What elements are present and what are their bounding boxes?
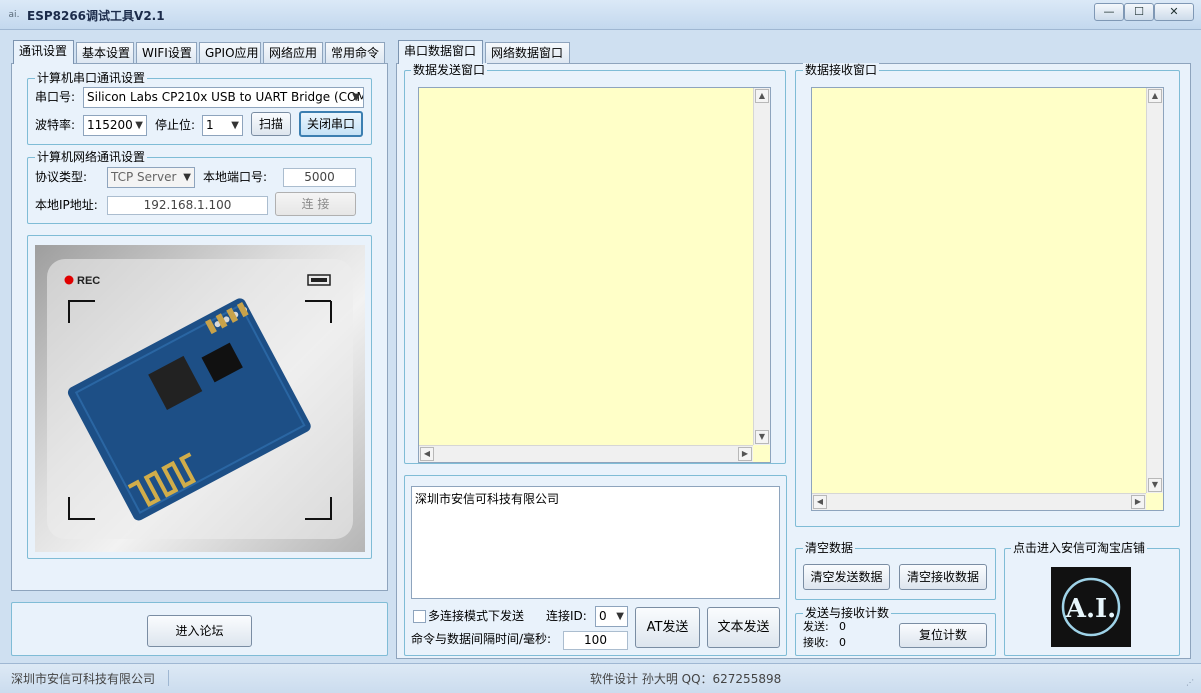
tab-serial-data[interactable]: 串口数据窗口 <box>398 40 483 64</box>
conn-id-label: 连接ID: <box>546 609 587 623</box>
scroll-left-icon[interactable]: ◀ <box>420 447 434 461</box>
clear-send-button[interactable]: 清空发送数据 <box>803 564 890 590</box>
receive-vscrollbar[interactable]: ▲ ▼ <box>1146 88 1163 493</box>
scroll-up-icon[interactable]: ▲ <box>755 89 769 103</box>
received-label: 接收: <box>803 636 829 649</box>
tab-comm-settings[interactable]: 通讯设置 <box>13 40 74 64</box>
port-select-value: Silicon Labs CP210x USB to UART Bridge (… <box>87 90 364 104</box>
record-dot-icon <box>64 275 74 285</box>
protocol-select-value: TCP Server <box>111 170 177 184</box>
scroll-down-icon[interactable]: ▼ <box>1148 478 1162 492</box>
baud-select-value: 115200 <box>87 118 133 132</box>
maximize-button[interactable]: ☐ <box>1124 3 1154 21</box>
protocol-label: 协议类型: <box>35 170 88 184</box>
status-designer: 软件设计 孙大明 QQ：627255898 <box>590 672 782 686</box>
tab-gpio[interactable]: GPIO应用 <box>199 42 261 64</box>
conn-id-select-value: 0 <box>599 609 607 623</box>
receive-hscrollbar[interactable]: ◀ ▶ <box>812 493 1146 510</box>
conn-id-select[interactable]: 0 ▼ <box>595 606 628 627</box>
send-vscrollbar[interactable]: ▲ ▼ <box>753 88 770 445</box>
title-bar[interactable]: ai. ESP8266调试工具V2.1 — ☐ ✕ <box>0 0 1201 30</box>
connect-button[interactable]: 连 接 <box>275 192 356 216</box>
close-button[interactable]: ✕ <box>1154 3 1194 21</box>
baud-label: 波特率: <box>35 118 76 132</box>
chevron-down-icon: ▼ <box>352 92 360 103</box>
multi-connection-label: 多连接模式下发送 <box>428 609 525 623</box>
send-hscrollbar[interactable]: ◀ ▶ <box>419 445 753 462</box>
clear-group-title: 清空数据 <box>803 541 856 555</box>
scan-button[interactable]: 扫描 <box>251 112 291 136</box>
stop-bits-label: 停止位: <box>155 118 196 132</box>
local-port-field[interactable]: 5000 <box>283 168 356 187</box>
received-count: 0 <box>839 636 846 649</box>
baud-select[interactable]: 115200 ▼ <box>83 115 147 136</box>
chevron-down-icon: ▼ <box>616 611 624 622</box>
clear-receive-button[interactable]: 清空接收数据 <box>899 564 987 590</box>
tab-network-data[interactable]: 网络数据窗口 <box>485 42 570 64</box>
command-textbox[interactable]: 深圳市安信可科技有限公司 <box>411 486 780 599</box>
status-divider <box>168 670 169 686</box>
tab-basic-settings[interactable]: 基本设置 <box>76 42 134 64</box>
port-label: 串口号: <box>35 90 76 104</box>
stop-bits-select[interactable]: 1 ▼ <box>202 115 243 136</box>
chevron-down-icon: ▼ <box>135 120 143 131</box>
close-port-button[interactable]: 关闭串口 <box>299 111 363 137</box>
chevron-down-icon: ▼ <box>231 120 239 131</box>
enter-forum-button[interactable]: 进入论坛 <box>147 615 252 647</box>
send-textarea[interactable]: ▲ ▼ ◀ ▶ <box>418 87 771 463</box>
local-ip-field[interactable]: 192.168.1.100 <box>107 196 268 215</box>
send-window-title: 数据发送窗口 <box>411 63 488 77</box>
reset-counter-button[interactable]: 复位计数 <box>899 623 987 648</box>
shop-group-title: 点击进入安信可淘宝店铺 <box>1011 541 1148 555</box>
scroll-right-icon[interactable]: ▶ <box>1131 495 1145 509</box>
multi-connection-checkbox[interactable] <box>413 610 426 623</box>
status-company: 深圳市安信可科技有限公司 <box>11 672 156 686</box>
scroll-left-icon[interactable]: ◀ <box>813 495 827 509</box>
interval-field[interactable]: 100 <box>563 631 628 650</box>
stop-bits-select-value: 1 <box>206 118 214 132</box>
status-bar: 深圳市安信可科技有限公司 软件设计 孙大明 QQ：627255898 ⋰ <box>0 663 1201 693</box>
interval-label: 命令与数据间隔时间/毫秒: <box>411 632 552 646</box>
local-ip-label: 本地IP地址: <box>35 198 98 212</box>
receive-window-title: 数据接收窗口 <box>803 63 880 77</box>
module-photo: REC <box>35 245 365 552</box>
sent-label: 发送: <box>803 620 829 633</box>
tab-network-app[interactable]: 网络应用 <box>263 42 323 64</box>
sent-count: 0 <box>839 620 846 633</box>
receive-textarea[interactable]: ▲ ▼ ◀ ▶ <box>811 87 1164 511</box>
ai-logo-icon: A.I. <box>1061 577 1121 637</box>
window-title: ESP8266调试工具V2.1 <box>27 9 165 23</box>
minimize-button[interactable]: — <box>1094 3 1124 21</box>
serial-group-title: 计算机串口通讯设置 <box>35 71 148 85</box>
scroll-down-icon[interactable]: ▼ <box>755 430 769 444</box>
counter-group-title: 发送与接收计数 <box>803 606 892 620</box>
scroll-up-icon[interactable]: ▲ <box>1148 89 1162 103</box>
chevron-down-icon: ▼ <box>183 172 191 183</box>
logo-text: A.I. <box>1065 594 1116 624</box>
protocol-select[interactable]: TCP Server ▼ <box>107 167 195 188</box>
app-icon: ai. <box>8 10 20 20</box>
text-send-button[interactable]: 文本发送 <box>707 607 780 648</box>
network-group-title: 计算机网络通讯设置 <box>35 150 148 164</box>
local-port-label: 本地端口号: <box>203 170 268 184</box>
at-send-button[interactable]: AT发送 <box>635 607 700 648</box>
port-select[interactable]: Silicon Labs CP210x USB to UART Bridge (… <box>83 87 364 108</box>
rec-label: REC <box>77 275 100 287</box>
esp8266-module-image: REC <box>47 259 353 539</box>
tab-wifi-settings[interactable]: WIFI设置 <box>136 42 197 64</box>
shop-logo[interactable]: A.I. <box>1051 567 1131 647</box>
scroll-right-icon[interactable]: ▶ <box>738 447 752 461</box>
tab-common-commands[interactable]: 常用命令 <box>325 42 385 64</box>
resize-grip-icon[interactable]: ⋰ <box>1186 678 1196 688</box>
